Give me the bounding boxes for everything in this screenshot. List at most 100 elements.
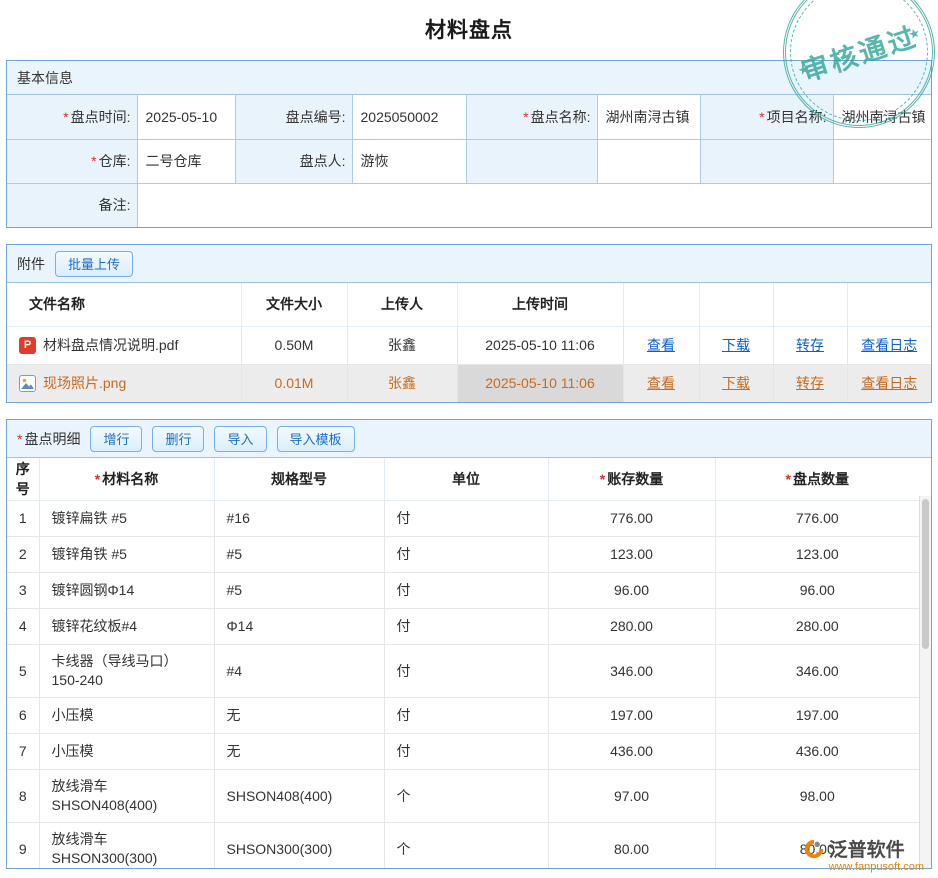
page-title: 材料盘点 — [0, 0, 938, 44]
detail-book-qty: 776.00 — [548, 501, 715, 537]
file-name[interactable]: 现场照片.png — [43, 375, 126, 391]
detail-index: 9 — [7, 823, 39, 870]
detail-index: 8 — [7, 770, 39, 823]
col-spec: 规格型号 — [214, 458, 384, 501]
inventory-no-value: 2025050002 — [352, 95, 466, 139]
detail-unit: 个 — [384, 770, 548, 823]
col-action — [773, 283, 847, 326]
detail-count-qty: 98.00 — [715, 770, 919, 823]
detail-book-qty: 80.00 — [548, 823, 715, 870]
detail-spec: 无 — [214, 734, 384, 770]
import-template-button[interactable]: 导入模板 — [277, 426, 355, 452]
basic-info-header: 基本信息 — [7, 61, 931, 95]
details-rows: 1 镀锌扁铁 #5 #16 付 776.00 776.00 2 镀锌角铁 #5 … — [7, 501, 919, 870]
detail-unit: 付 — [384, 734, 548, 770]
detail-index: 4 — [7, 609, 39, 645]
delete-row-button[interactable]: 删行 — [152, 426, 204, 452]
attachments-section: 附件 批量上传 文件名称 文件大小 上传人 上传时间 材料盘点情况说明.pdf … — [6, 244, 932, 403]
empty-label — [466, 139, 597, 183]
detail-unit: 付 — [384, 573, 548, 609]
details-section: *盘点明细 增行 删行 导入 导入模板 序号 *材料名称 规格型号 单位 *账 — [6, 419, 932, 869]
detail-spec: #16 — [214, 501, 384, 537]
table-row: 2 镀锌角铁 #5 #5 付 123.00 123.00 — [7, 537, 919, 573]
empty-value — [833, 139, 931, 183]
col-unit: 单位 — [384, 458, 548, 501]
detail-index: 1 — [7, 501, 39, 537]
details-table: 序号 *材料名称 规格型号 单位 *账存数量 *盘点数量 1 镀锌扁铁 #5 #… — [7, 458, 919, 869]
project-name-value: 湖州南浔古镇 — [833, 95, 931, 139]
col-index: 序号 — [7, 458, 39, 501]
inventory-no-label: 盘点编号: — [235, 95, 352, 139]
detail-count-qty: 776.00 — [715, 501, 919, 537]
col-action — [847, 283, 931, 326]
view-log-link[interactable]: 查看日志 — [861, 337, 917, 353]
col-book-qty: *账存数量 — [548, 458, 715, 501]
detail-unit: 付 — [384, 698, 548, 734]
vendor-url: www.fanpusoft.com — [829, 861, 924, 873]
vendor-name: 泛普软件 — [829, 835, 905, 862]
attachments-header-row: 文件名称 文件大小 上传人 上传时间 — [7, 283, 931, 326]
detail-spec: SHSON300(300) — [214, 823, 384, 870]
table-row: 5 卡线器（导线马口）150-240 #4 付 346.00 346.00 — [7, 645, 919, 698]
inventory-name-value: 湖州南浔古镇 — [597, 95, 700, 139]
detail-book-qty: 197.00 — [548, 698, 715, 734]
attachments-table: 文件名称 文件大小 上传人 上传时间 材料盘点情况说明.pdf 0.50M 张鑫… — [7, 283, 931, 402]
col-material-name: *材料名称 — [39, 458, 214, 501]
form-row: *仓库: 二号仓库 盘点人: 游恢 — [7, 139, 931, 183]
inventory-time-value: 2025-05-10 — [137, 95, 235, 139]
table-row: 7 小压模 无 付 436.00 436.00 — [7, 734, 919, 770]
attachment-row: 材料盘点情况说明.pdf 0.50M 张鑫 2025-05-10 11:06 查… — [7, 326, 931, 364]
view-log-link[interactable]: 查看日志 — [861, 375, 917, 391]
table-row: 8 放线滑车 SHSON408(400) SHSON408(400) 个 97.… — [7, 770, 919, 823]
project-name-label: *项目名称: — [700, 95, 833, 139]
details-body-wrap: 序号 *材料名称 规格型号 单位 *账存数量 *盘点数量 1 镀锌扁铁 #5 #… — [7, 458, 931, 869]
empty-value — [597, 139, 700, 183]
remark-value — [137, 183, 931, 227]
basic-info-section: 基本信息 *盘点时间: 2025-05-10 盘点编号: 2025050002 … — [6, 60, 932, 228]
col-upload-time: 上传时间 — [457, 283, 623, 326]
detail-unit: 个 — [384, 823, 548, 870]
file-size: 0.01M — [241, 364, 347, 402]
table-row: 3 镀锌圆钢Φ14 #5 付 96.00 96.00 — [7, 573, 919, 609]
detail-spec: SHSON408(400) — [214, 770, 384, 823]
download-link[interactable]: 下载 — [722, 375, 750, 391]
section-title: 基本信息 — [17, 68, 73, 88]
detail-unit: 付 — [384, 537, 548, 573]
import-button[interactable]: 导入 — [214, 426, 266, 452]
table-row: 4 镀锌花纹板#4 Φ14 付 280.00 280.00 — [7, 609, 919, 645]
file-upload-time: 2025-05-10 11:06 — [457, 364, 623, 402]
detail-book-qty: 123.00 — [548, 537, 715, 573]
col-file-size: 文件大小 — [241, 283, 347, 326]
file-uploader: 张鑫 — [347, 364, 457, 402]
add-row-button[interactable]: 增行 — [90, 426, 142, 452]
file-name: 材料盘点情况说明.pdf — [43, 337, 178, 353]
vertical-scrollbar[interactable] — [919, 496, 931, 869]
transfer-link[interactable]: 转存 — [796, 375, 824, 391]
col-file-name: 文件名称 — [7, 283, 241, 326]
form-row: 备注: — [7, 183, 931, 227]
detail-count-qty: 96.00 — [715, 573, 919, 609]
col-action — [699, 283, 773, 326]
detail-count-qty: 123.00 — [715, 537, 919, 573]
detail-index: 5 — [7, 645, 39, 698]
detail-spec: #5 — [214, 573, 384, 609]
form-row: *盘点时间: 2025-05-10 盘点编号: 2025050002 *盘点名称… — [7, 95, 931, 139]
transfer-link[interactable]: 转存 — [796, 337, 824, 353]
detail-material-name: 卡线器（导线马口）150-240 — [39, 645, 214, 698]
attachments-header: 附件 批量上传 — [7, 245, 931, 283]
view-link[interactable]: 查看 — [647, 375, 675, 391]
scrollbar-thumb[interactable] — [922, 499, 929, 649]
detail-unit: 付 — [384, 645, 548, 698]
detail-material-name: 镀锌花纹板#4 — [39, 609, 214, 645]
batch-upload-button[interactable]: 批量上传 — [55, 251, 133, 277]
download-link[interactable]: 下载 — [722, 337, 750, 353]
detail-material-name: 小压模 — [39, 734, 214, 770]
view-link[interactable]: 查看 — [647, 337, 675, 353]
detail-spec: 无 — [214, 698, 384, 734]
detail-count-qty: 280.00 — [715, 609, 919, 645]
image-file-icon — [19, 375, 36, 392]
inventory-person-label: 盘点人: — [235, 139, 352, 183]
vendor-logo-icon — [803, 838, 825, 860]
detail-book-qty: 346.00 — [548, 645, 715, 698]
detail-spec: #5 — [214, 537, 384, 573]
